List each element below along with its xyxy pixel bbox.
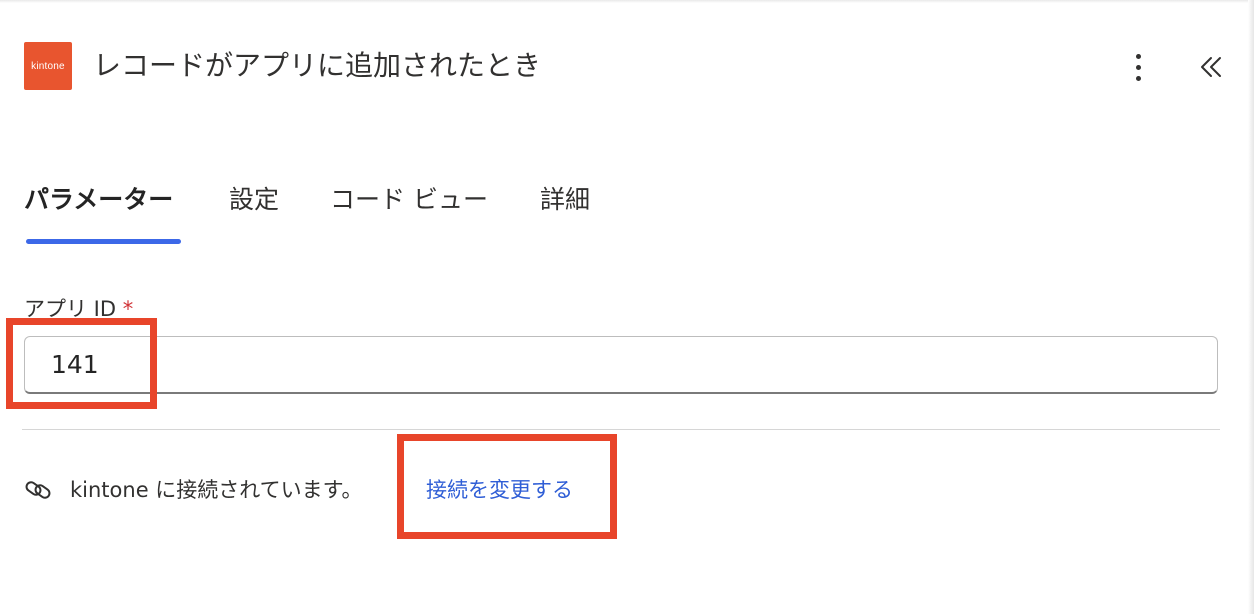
collapse-panel-button[interactable] [1193,48,1229,86]
app-id-label-text: アプリ ID [24,297,117,321]
panel-header: kintone レコードがアプリに追加されたとき [0,0,1254,130]
link-icon [25,481,51,499]
change-connection-link[interactable]: 接続を変更する [426,474,573,506]
more-vertical-icon [1135,64,1141,70]
kintone-logo: kintone [24,42,72,90]
connection-status-text: kintone に接続されています。 [70,478,363,502]
tab-parameters[interactable]: パラメーター [24,176,173,224]
trigger-title: レコードがアプリに追加されたとき [93,49,542,82]
active-tab-indicator [26,239,181,244]
app-id-input[interactable] [24,336,1218,394]
kintone-logo-text: kintone [31,60,65,72]
app-id-label: アプリ ID * [24,293,133,325]
more-vertical-icon [1135,75,1141,81]
double-chevron-left-icon [1201,57,1221,77]
tab-settings[interactable]: 設定 [229,176,279,224]
tab-code-view[interactable]: コード ビュー [330,176,488,224]
section-divider [22,429,1220,430]
tab-details[interactable]: 詳細 [540,176,590,224]
required-mark: * [122,297,134,321]
more-options-button[interactable] [1122,48,1154,86]
more-vertical-icon [1135,53,1141,59]
